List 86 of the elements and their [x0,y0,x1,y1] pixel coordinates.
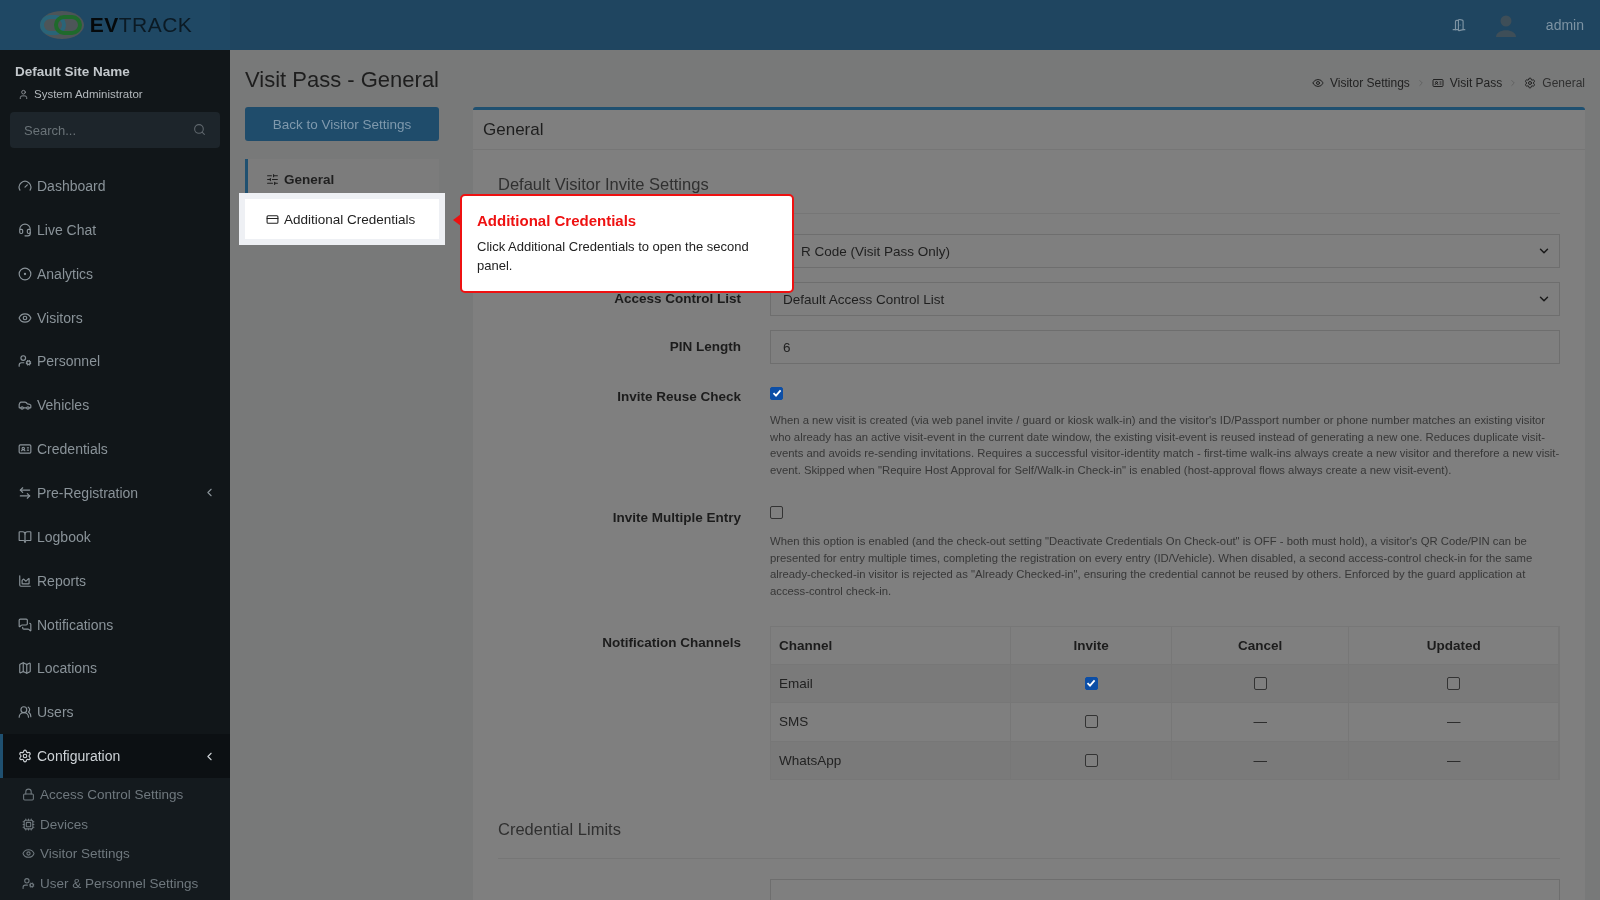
submenu-icon [22,817,35,831]
submenu-icon [22,847,35,861]
door-icon[interactable] [1451,18,1466,32]
breadcrumb-link[interactable]: Visitor Settings [1330,76,1410,90]
nav-icon [18,266,32,281]
field-label: PIN Length [669,339,741,354]
column-header: Invite [1011,626,1173,664]
submenu-item[interactable]: Access Control Settings [0,780,230,810]
help-text: When a new visit is created (via web panel invite / guard or kiosk walk-in) and the visitor's ID/Passport number or phone number matches an existing visitor who already has an active visit-event in the current date window, the existing visit-event is reused instead of generating a new one. Reduces duplicate visit-events and avoids re-sending invitations. Requires a successful visitor-identity match - first-time walk-ins always create a new visitor and therefore a new visit-event. Skipped when "Require Host Approval for Self/Walk-in Check-in" is enabled (host-approval flows always create a new visit-event). [770,413,1560,479]
table-cell: — [1172,702,1350,741]
checkbox[interactable] [1084,715,1098,729]
breadcrumb-link[interactable]: General [1542,76,1585,90]
table-cell: — [1349,740,1559,780]
nav-icon [18,705,32,720]
nav-item[interactable]: Personnel [0,339,230,384]
card-title: General [473,110,1585,150]
nav-item[interactable]: Visitors [0,295,230,340]
field-label: Invite Reuse Check [617,389,741,404]
nav-icon [18,617,32,632]
eye-icon [1312,77,1324,89]
nav-icon [18,178,32,193]
breadcrumb-link[interactable]: Visit Pass [1449,76,1503,90]
field-label: Invite Multiple Entry [612,509,741,525]
nav-item[interactable]: Locations [0,646,230,691]
table-cell: SMS [771,702,1012,741]
checkbox[interactable] [1447,676,1461,690]
nav-icon [18,573,32,588]
nav-item[interactable]: Configuration [0,734,230,779]
gear-icon [1524,77,1537,89]
nav-item[interactable]: Notifications [0,602,230,647]
submenu-item[interactable]: User & Personnel Settings [0,868,230,899]
nav-icon [18,529,32,544]
checkbox[interactable] [770,505,783,519]
user-role: System Administrator [34,88,143,100]
submenu-icon [22,876,35,890]
logo-text: EVTRACK [89,13,193,37]
nav-item[interactable]: Dashboard [0,164,230,208]
column-header: Cancel [1172,626,1350,664]
nav-icon [18,398,32,413]
submenu-item[interactable]: Visitor Settings [0,839,230,869]
user-name[interactable]: admin [1545,17,1584,33]
nav-item[interactable]: Analytics [0,251,230,296]
table-cell: — [1349,702,1559,741]
nav-icon [18,442,32,457]
table-cell: WhatsApp [771,740,1012,780]
nav-item[interactable]: Logbook [0,514,230,559]
tab-icon [266,172,279,186]
submenu-icon [22,788,35,802]
nav-icon [18,661,32,676]
nav-icon [18,749,32,764]
column-header: Updated [1349,626,1559,664]
nav-item[interactable]: Vehicles [0,383,230,428]
tab-icon [266,212,279,226]
nav-item[interactable]: Credentials [0,427,230,471]
table-cell: — [1172,740,1350,780]
help-text: When this option is enabled (and the check-out setting "Deactivate Credentials On Check-out" is OFF - both must hold), a visitor's QR Code/PIN can be presented for entry multiple times, completing the registration on every entry (ID/Vehicle). When disabled, a second access-control check-in for the same already-checked-in visitor is rejected as "Already Checked-in", ensuring the credential cannot be reused by others. Enforced by the guard application at access-control check-in. [770,533,1534,599]
nav-item[interactable]: Reports [0,558,230,603]
nav-icon [18,222,32,237]
field-label: Notification Channels [602,634,741,650]
search-icon[interactable] [193,123,206,136]
checkbox[interactable] [1084,676,1098,690]
back-button[interactable]: Back to Visitor Settings [245,107,439,141]
nav-item[interactable]: Users [0,690,230,735]
nav-item[interactable]: Live Chat [0,207,230,252]
logo-icon [37,9,86,41]
popover-title: Additional Credentials [477,212,638,229]
checkbox[interactable] [770,386,783,400]
nav-icon [18,310,32,325]
checkbox[interactable] [1253,676,1267,690]
page-title: Visit Pass - General [245,67,439,93]
section-heading: Credential Limits [498,820,1560,860]
nav-icon [18,354,32,369]
column-header: Channel [771,626,1012,664]
checkbox[interactable] [1084,753,1098,767]
search-field[interactable]: Search... [10,112,220,148]
table-cell: Email [771,663,1012,703]
submenu-item[interactable]: Devices [0,809,230,840]
popover-text: Click Additional Credentials to open the second panel. [477,238,750,275]
user-icon [18,88,29,100]
nav-icon [18,485,32,500]
select-field[interactable]: Default Access Control List [770,282,1560,316]
input-field[interactable]: 6 [770,330,1560,364]
field-label: Access Control List [614,291,741,306]
id-card-icon [1431,77,1444,89]
site-name: Default Site Name [14,63,131,79]
nav-item[interactable]: Pre-Registration [0,471,230,515]
